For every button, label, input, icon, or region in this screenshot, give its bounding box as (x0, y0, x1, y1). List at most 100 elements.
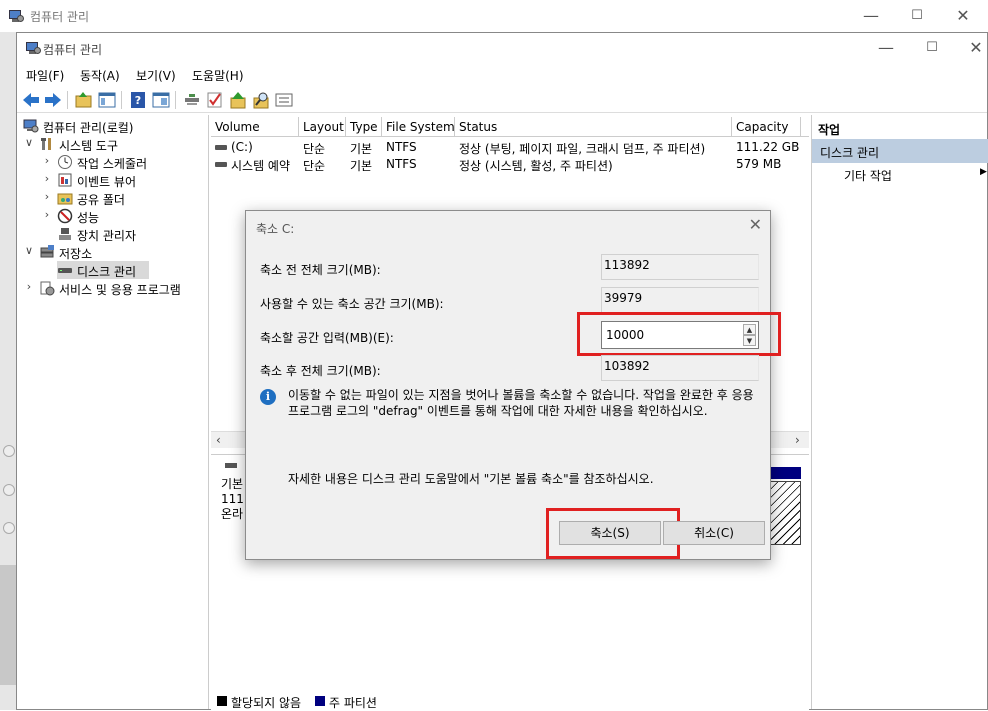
minimize-button[interactable]: — (863, 33, 909, 63)
check-icon[interactable] (205, 90, 225, 110)
chevron-right-icon[interactable]: › (41, 171, 53, 187)
outer-minimize-button[interactable]: — (848, 1, 894, 31)
svg-text:?: ? (135, 94, 141, 107)
storage-icon (39, 244, 55, 260)
total-before-label: 축소 전 전체 크기(MB): (260, 263, 381, 277)
tree-label-system-tools: 시스템 도구 (59, 139, 119, 153)
tree-label-event-viewer: 이벤트 뷰어 (77, 175, 137, 189)
dialog-close-button[interactable]: ✕ (749, 215, 762, 234)
tree-item-disk-management[interactable]: 디스크 관리 (57, 261, 149, 279)
menu-action[interactable]: 동작(A) (80, 67, 120, 84)
computer-management-icon (25, 41, 41, 55)
tree-item-system-tools[interactable]: ∨ 시스템 도구 (21, 135, 207, 153)
properties-icon[interactable] (151, 90, 171, 110)
navigation-tree: 컴퓨터 관리(로컬) ∨ 시스템 도구 › 작업 스케줄러 › 이벤트 뷰어 › (17, 115, 209, 709)
tools-icon (39, 136, 55, 152)
menu-bar: 파일(F) 동작(A) 보기(V) 도움말(H) (17, 63, 987, 85)
tree-item-event-viewer[interactable]: › 이벤트 뷰어 (21, 171, 207, 189)
computer-management-icon (23, 118, 39, 134)
partition-block[interactable] (769, 481, 801, 545)
info-message: 이동할 수 없는 파일이 있는 지점을 벗어나 볼륨을 축소할 수 없습니다. … (288, 388, 754, 418)
table-row[interactable]: 시스템 예약 단순 기본 NTFS 정상 (시스템, 활성, 주 파티션) 57… (211, 156, 809, 173)
tree-item-root[interactable]: 컴퓨터 관리(로컬) (21, 117, 207, 135)
info-icon: i (260, 389, 276, 405)
chevron-down-icon[interactable]: ∨ (23, 135, 35, 151)
tree-item-shared-folders[interactable]: › 공유 폴더 (21, 189, 207, 207)
outer-maximize-button[interactable]: ☐ (894, 1, 940, 31)
title-bar: 컴퓨터 관리 — ☐ ✕ (17, 33, 987, 63)
column-header-file-system[interactable]: File System (382, 117, 455, 137)
tree-label-shared-folders: 공유 폴더 (77, 193, 125, 207)
disk-info-line3: 온라 (221, 507, 244, 521)
close-button[interactable]: ✕ (953, 33, 988, 63)
help-reference-text: 자세한 내용은 디스크 관리 도움말에서 "기본 볼륨 축소"를 참조하십시오. (288, 472, 654, 486)
volume-name: (C:) (231, 140, 253, 154)
submenu-arrow-icon[interactable]: ▶ (980, 167, 987, 177)
disk-legend: 할당되지 않음 주 파티션 (211, 693, 809, 710)
column-header-volume[interactable]: Volume (211, 117, 299, 137)
actions-header: 작업 (818, 123, 841, 137)
volume-file-system: NTFS (386, 140, 417, 154)
tree-label-device-manager: 장치 관리자 (77, 229, 137, 243)
chevron-right-icon[interactable]: › (23, 279, 35, 295)
volume-type: 기본 (350, 142, 373, 156)
column-header-status[interactable]: Status (455, 117, 732, 137)
column-header-layout[interactable]: Layout (299, 117, 346, 137)
highlight-box-shrink (546, 508, 680, 559)
disk-info-line1: 기본 (221, 477, 244, 491)
chevron-right-icon[interactable]: › (41, 153, 53, 169)
desktop-strip-dark (0, 565, 16, 685)
help-icon[interactable]: ? (128, 90, 148, 110)
tree-item-device-manager[interactable]: 장치 관리자 (21, 225, 207, 243)
action-more-actions[interactable]: 기타 작업 (844, 167, 892, 184)
available-space-label: 사용할 수 있는 축소 공간 크기(MB): (260, 297, 444, 311)
scroll-left-icon[interactable]: ‹ (216, 433, 221, 447)
table-row[interactable]: (C:) 단순 기본 NTFS 정상 (부팅, 페이지 파일, 크래시 덤프, … (211, 139, 809, 156)
volume-capacity: 111.22 GB (736, 140, 800, 154)
volume-layout: 단순 (303, 159, 326, 173)
back-icon[interactable] (21, 90, 41, 110)
folder-up-icon[interactable] (74, 90, 94, 110)
window-title: 컴퓨터 관리 (43, 43, 103, 57)
volume-table-header: Volume Layout Type File System Status Ca… (211, 117, 809, 137)
chevron-down-icon[interactable]: ∨ (23, 243, 35, 259)
connect-icon[interactable] (182, 90, 202, 110)
chevron-right-icon[interactable]: › (41, 207, 53, 223)
sidebar-bell-icon[interactable] (3, 484, 15, 496)
chevron-right-icon[interactable]: › (41, 189, 53, 205)
tree-label-services: 서비스 및 응용 프로그램 (59, 283, 181, 297)
tree-label-disk-management: 디스크 관리 (77, 265, 137, 279)
legend-primary-label: 주 파티션 (329, 696, 377, 710)
column-header-type[interactable]: Type (346, 117, 382, 137)
up-arrow-icon[interactable] (228, 90, 248, 110)
actions-pane: 작업 디스크 관리 기타 작업 ▶ (811, 115, 988, 709)
primary-partition-bar (769, 467, 801, 479)
shared-folder-icon (57, 190, 73, 206)
maximize-button[interactable]: ☐ (909, 33, 955, 63)
cancel-button[interactable]: 취소(C) (663, 521, 765, 545)
forward-icon[interactable] (43, 90, 63, 110)
show-hide-tree-icon[interactable] (97, 90, 117, 110)
search-icon[interactable] (251, 90, 271, 110)
volume-status: 정상 (부팅, 페이지 파일, 크래시 덤프, 주 파티션) (459, 142, 706, 156)
menu-help[interactable]: 도움말(H) (192, 67, 244, 84)
options-icon[interactable] (274, 90, 294, 110)
sidebar-help-icon[interactable] (3, 445, 15, 457)
menu-file[interactable]: 파일(F) (26, 67, 64, 84)
tree-item-task-scheduler[interactable]: › 작업 스케줄러 (21, 153, 207, 171)
highlight-box-input (577, 312, 781, 356)
menu-view[interactable]: 보기(V) (136, 67, 176, 84)
shrink-dialog: 축소 C: ✕ 축소 전 전체 크기(MB): 113892 사용할 수 있는 … (245, 210, 781, 560)
tree-item-services[interactable]: › 서비스 및 응용 프로그램 (21, 279, 207, 297)
total-after-label: 축소 후 전체 크기(MB): (260, 364, 381, 378)
scroll-right-icon[interactable]: › (795, 433, 800, 447)
legend-primary-swatch (315, 696, 325, 706)
tree-item-performance[interactable]: › 성능 (21, 207, 207, 225)
sidebar-settings-icon[interactable] (3, 522, 15, 534)
action-disk-management[interactable]: 디스크 관리 (812, 139, 988, 163)
tree-item-storage[interactable]: ∨ 저장소 (21, 243, 207, 261)
volume-capacity: 579 MB (736, 157, 782, 171)
column-header-capacity[interactable]: Capacity (732, 117, 801, 137)
outer-close-button[interactable]: ✕ (940, 1, 986, 31)
legend-unallocated-label: 할당되지 않음 (231, 696, 302, 710)
